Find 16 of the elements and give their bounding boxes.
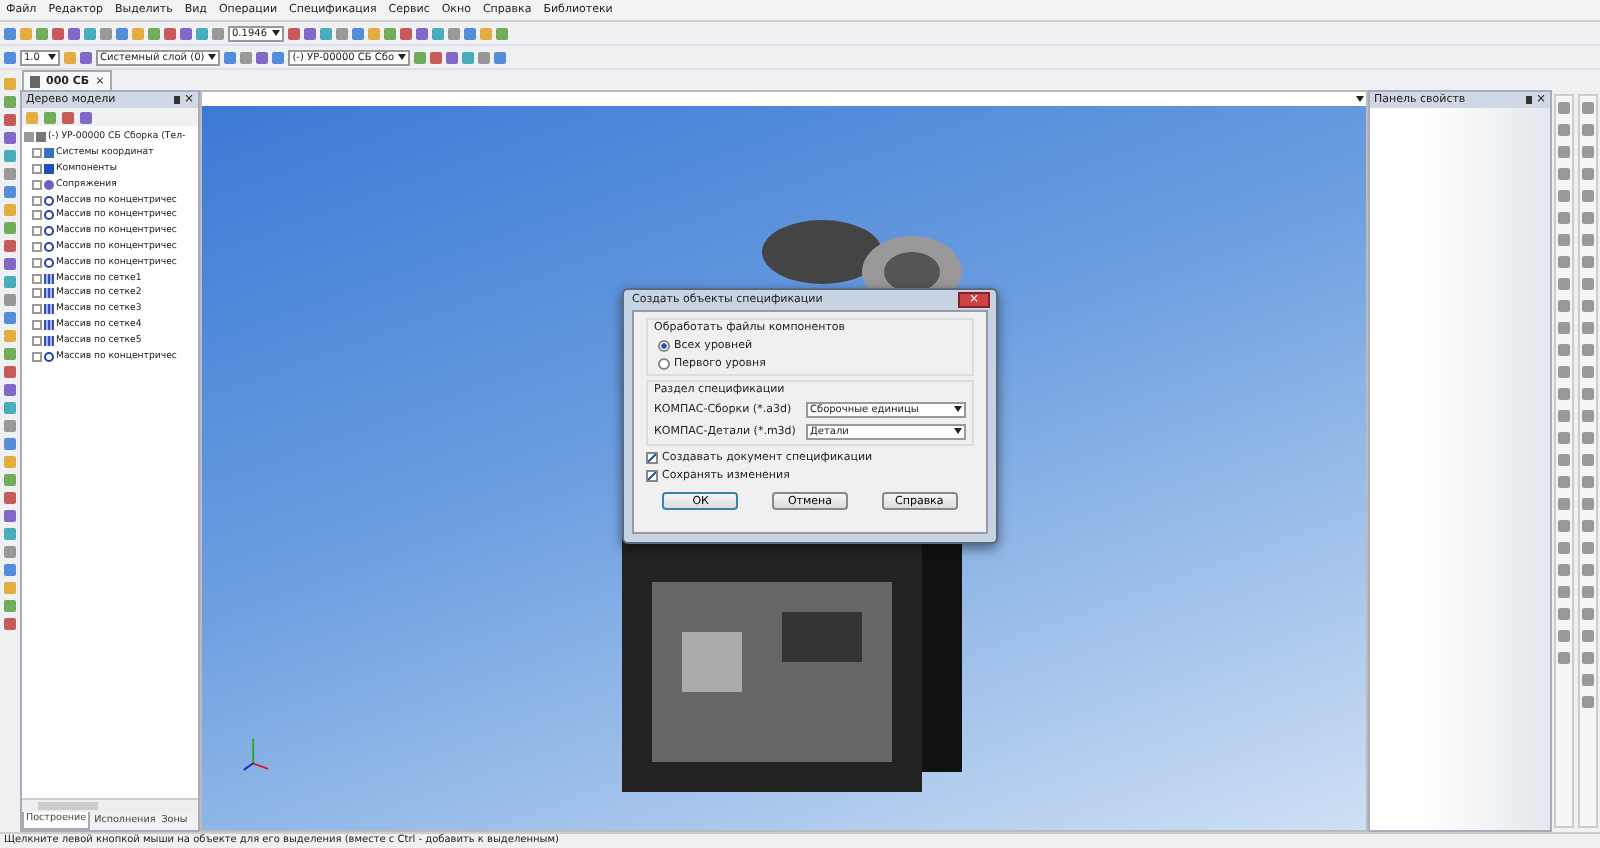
radio-button[interactable] [658,357,670,369]
axes-icon [44,148,54,159]
horizontal-scrollbar[interactable] [22,798,198,812]
assembly-icon [36,132,46,143]
pin-icon[interactable] [173,96,180,104]
radio-button[interactable] [658,339,670,351]
ring-icon [44,351,54,362]
checkbox[interactable] [646,469,658,481]
expander-icon[interactable] [24,132,34,143]
components-icon [44,163,54,174]
axis-triad-icon [242,734,270,774]
pin-icon[interactable] [1525,96,1532,104]
mates-icon [44,179,54,190]
checkbox[interactable] [646,451,658,463]
app-icon[interactable] [4,78,16,90]
viewport[interactable] [200,90,1368,832]
